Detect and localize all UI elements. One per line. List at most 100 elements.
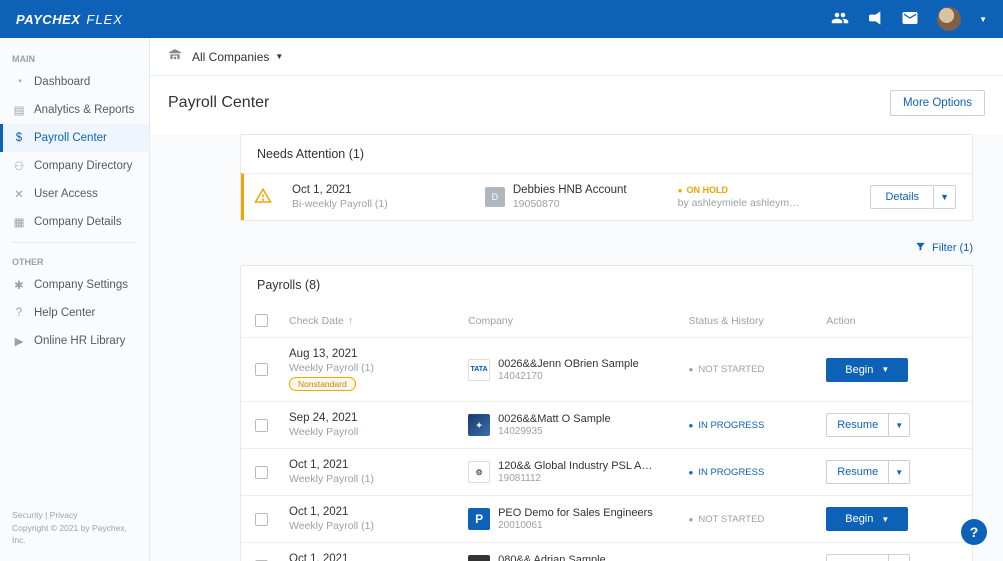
sidebar-item-label: Help Center [34,307,95,319]
user-avatar[interactable] [937,7,961,31]
sidebar: MAIN◔Dashboard▤Analytics & Reports $ Payro… [0,38,150,561]
resume-button[interactable]: Resume [826,554,889,561]
resume-button[interactable]: Resume [826,413,889,437]
account-name: Debbies HNB Account [513,184,627,196]
row-checkbox[interactable] [255,466,268,479]
company-name: 120&& Global Industry PSL A… [498,460,652,472]
sidebar-item-user-access[interactable]: ✕User Access [0,180,149,208]
sort-asc-icon: ↑ [348,315,353,327]
row-sub: Weekly Payroll (1) [289,473,468,485]
brand-name: PAYCHEX [16,12,80,27]
row-checkbox[interactable] [255,419,268,432]
sidebar-item-label: Payroll Center [34,132,107,144]
company-selector-label: All Companies [192,50,269,64]
sidebar-footer: Security | Privacy Copyright © 2021 by P… [0,499,149,561]
brand-logo: PAYCHEX FLEX [16,12,123,27]
company-logo: P [468,508,490,530]
row-sub: Weekly Payroll [289,426,468,438]
sidebar-icon: ? [12,306,26,320]
table-row: Sep 24, 2021Weekly Payroll✦0026&&Matt O … [241,402,972,449]
sidebar-item-label: Company Settings [34,279,128,291]
company-id: 14029935 [498,426,611,437]
footer-privacy-link[interactable]: Privacy [50,510,78,520]
warning-icon [254,187,272,208]
begin-button[interactable]: Begin ▼ [826,507,908,531]
table-row: Oct 1, 2021Bi-weekly Payroll (1)✦080&& A… [241,543,972,561]
row-status: IN PROGRESS [688,420,826,431]
row-date: Oct 1, 2021 [289,506,468,518]
filter-control[interactable]: Filter (1) [240,237,973,265]
sidebar-group-label: MAIN [0,46,149,68]
sidebar-item-company-settings[interactable]: ✱ Company Settings [0,271,149,299]
row-status: NOT STARTED [688,364,826,375]
col-action: Action [826,315,964,327]
contacts-icon[interactable] [831,9,849,30]
sidebar-icon: $ [12,131,26,145]
sidebar-icon: ◔ [12,75,26,89]
sidebar-item-online-hr-library[interactable]: ▶Online HR Library [0,327,149,355]
company-logo: ✦ [468,555,490,561]
footer-copyright: Copyright © 2021 by Paychex, Inc. [12,523,127,546]
company-id: 20010061 [498,520,653,531]
sidebar-item-analytics-reports[interactable]: ▤Analytics & Reports [0,96,149,124]
table-header: Check Date↑ Company Status & History Act… [241,304,972,338]
sidebar-icon: ✕ [12,187,26,201]
resume-button[interactable]: Resume [826,460,889,484]
sidebar-icon: ▤ [12,103,26,117]
table-row: Aug 13, 2021Weekly Payroll (1)Nonstandar… [241,338,972,402]
resume-dropdown-button[interactable]: ▼ [889,460,910,484]
announcements-icon[interactable] [867,10,883,29]
chevron-down-icon: ▼ [881,515,889,524]
row-checkbox[interactable] [255,513,268,526]
topbar-actions: ▼ [831,7,987,31]
company-id: 19081112 [498,473,652,484]
company-name: 080&& Adrian Sample [498,554,606,561]
sidebar-item-payroll-center[interactable]: $ Payroll Center [0,124,149,152]
company-logo: ⚙ [468,461,490,483]
company-selector-bar: All Companies ▼ [150,38,1003,76]
main-content: All Companies ▼ Payroll Center More Opti… [150,38,1003,561]
row-date: Aug 13, 2021 [289,348,468,360]
help-fab[interactable]: ? [961,519,987,545]
attention-row: Oct 1, 2021 Bi-weekly Payroll (1) D Debb… [241,173,972,220]
row-sub: Weekly Payroll (1) [289,362,468,374]
sidebar-item-help-center[interactable]: ? Help Center [0,299,149,327]
sidebar-item-label: Company Details [34,216,122,228]
page-header: Payroll Center More Options [150,76,1003,134]
sidebar-group-label: OTHER [0,249,149,271]
chevron-down-icon: ▼ [275,52,283,61]
company-selector[interactable]: All Companies ▼ [192,50,283,64]
resume-dropdown-button[interactable]: ▼ [889,554,910,561]
sidebar-item-dashboard[interactable]: ◔Dashboard [0,68,149,96]
company-name: 0026&&Matt O Sample [498,413,611,425]
company-logo: TATA [468,359,490,381]
payrolls-card: Payrolls (8) Check Date↑ Company Status … [240,265,973,561]
messages-icon[interactable] [901,9,919,30]
user-menu-caret-icon[interactable]: ▼ [979,15,987,24]
sidebar-item-company-details[interactable]: ▦Company Details [0,208,149,236]
chevron-down-icon: ▼ [881,365,889,374]
row-checkbox[interactable] [255,363,268,376]
brand-suffix: FLEX [86,12,123,27]
topbar: PAYCHEX FLEX ▼ [0,0,1003,38]
needs-attention-card: Needs Attention (1) Oct 1, 2021 Bi-weekl… [240,134,973,221]
details-button[interactable]: Details [870,185,934,209]
table-row: Oct 1, 2021Weekly Payroll (1)⚙120&& Glob… [241,449,972,496]
payrolls-heading: Payrolls (8) [241,266,972,304]
attention-date: Oct 1, 2021 [292,184,465,196]
sidebar-icon: ✱ [12,278,26,292]
col-status[interactable]: Status & History [688,315,826,327]
select-all-checkbox[interactable] [255,314,268,327]
company-id: 14042170 [498,371,639,382]
details-dropdown-button[interactable]: ▼ [934,185,956,209]
row-status: NOT STARTED [688,514,826,525]
more-options-button[interactable]: More Options [890,90,985,116]
row-status: IN PROGRESS [688,467,826,478]
attention-status: ON HOLD [678,185,851,195]
resume-dropdown-button[interactable]: ▼ [889,413,910,437]
col-company[interactable]: Company [468,315,688,327]
sidebar-item-company-directory[interactable]: ⚇Company Directory [0,152,149,180]
begin-button[interactable]: Begin ▼ [826,358,908,382]
footer-security-link[interactable]: Security [12,510,43,520]
col-check-date[interactable]: Check Date↑ [289,315,468,327]
